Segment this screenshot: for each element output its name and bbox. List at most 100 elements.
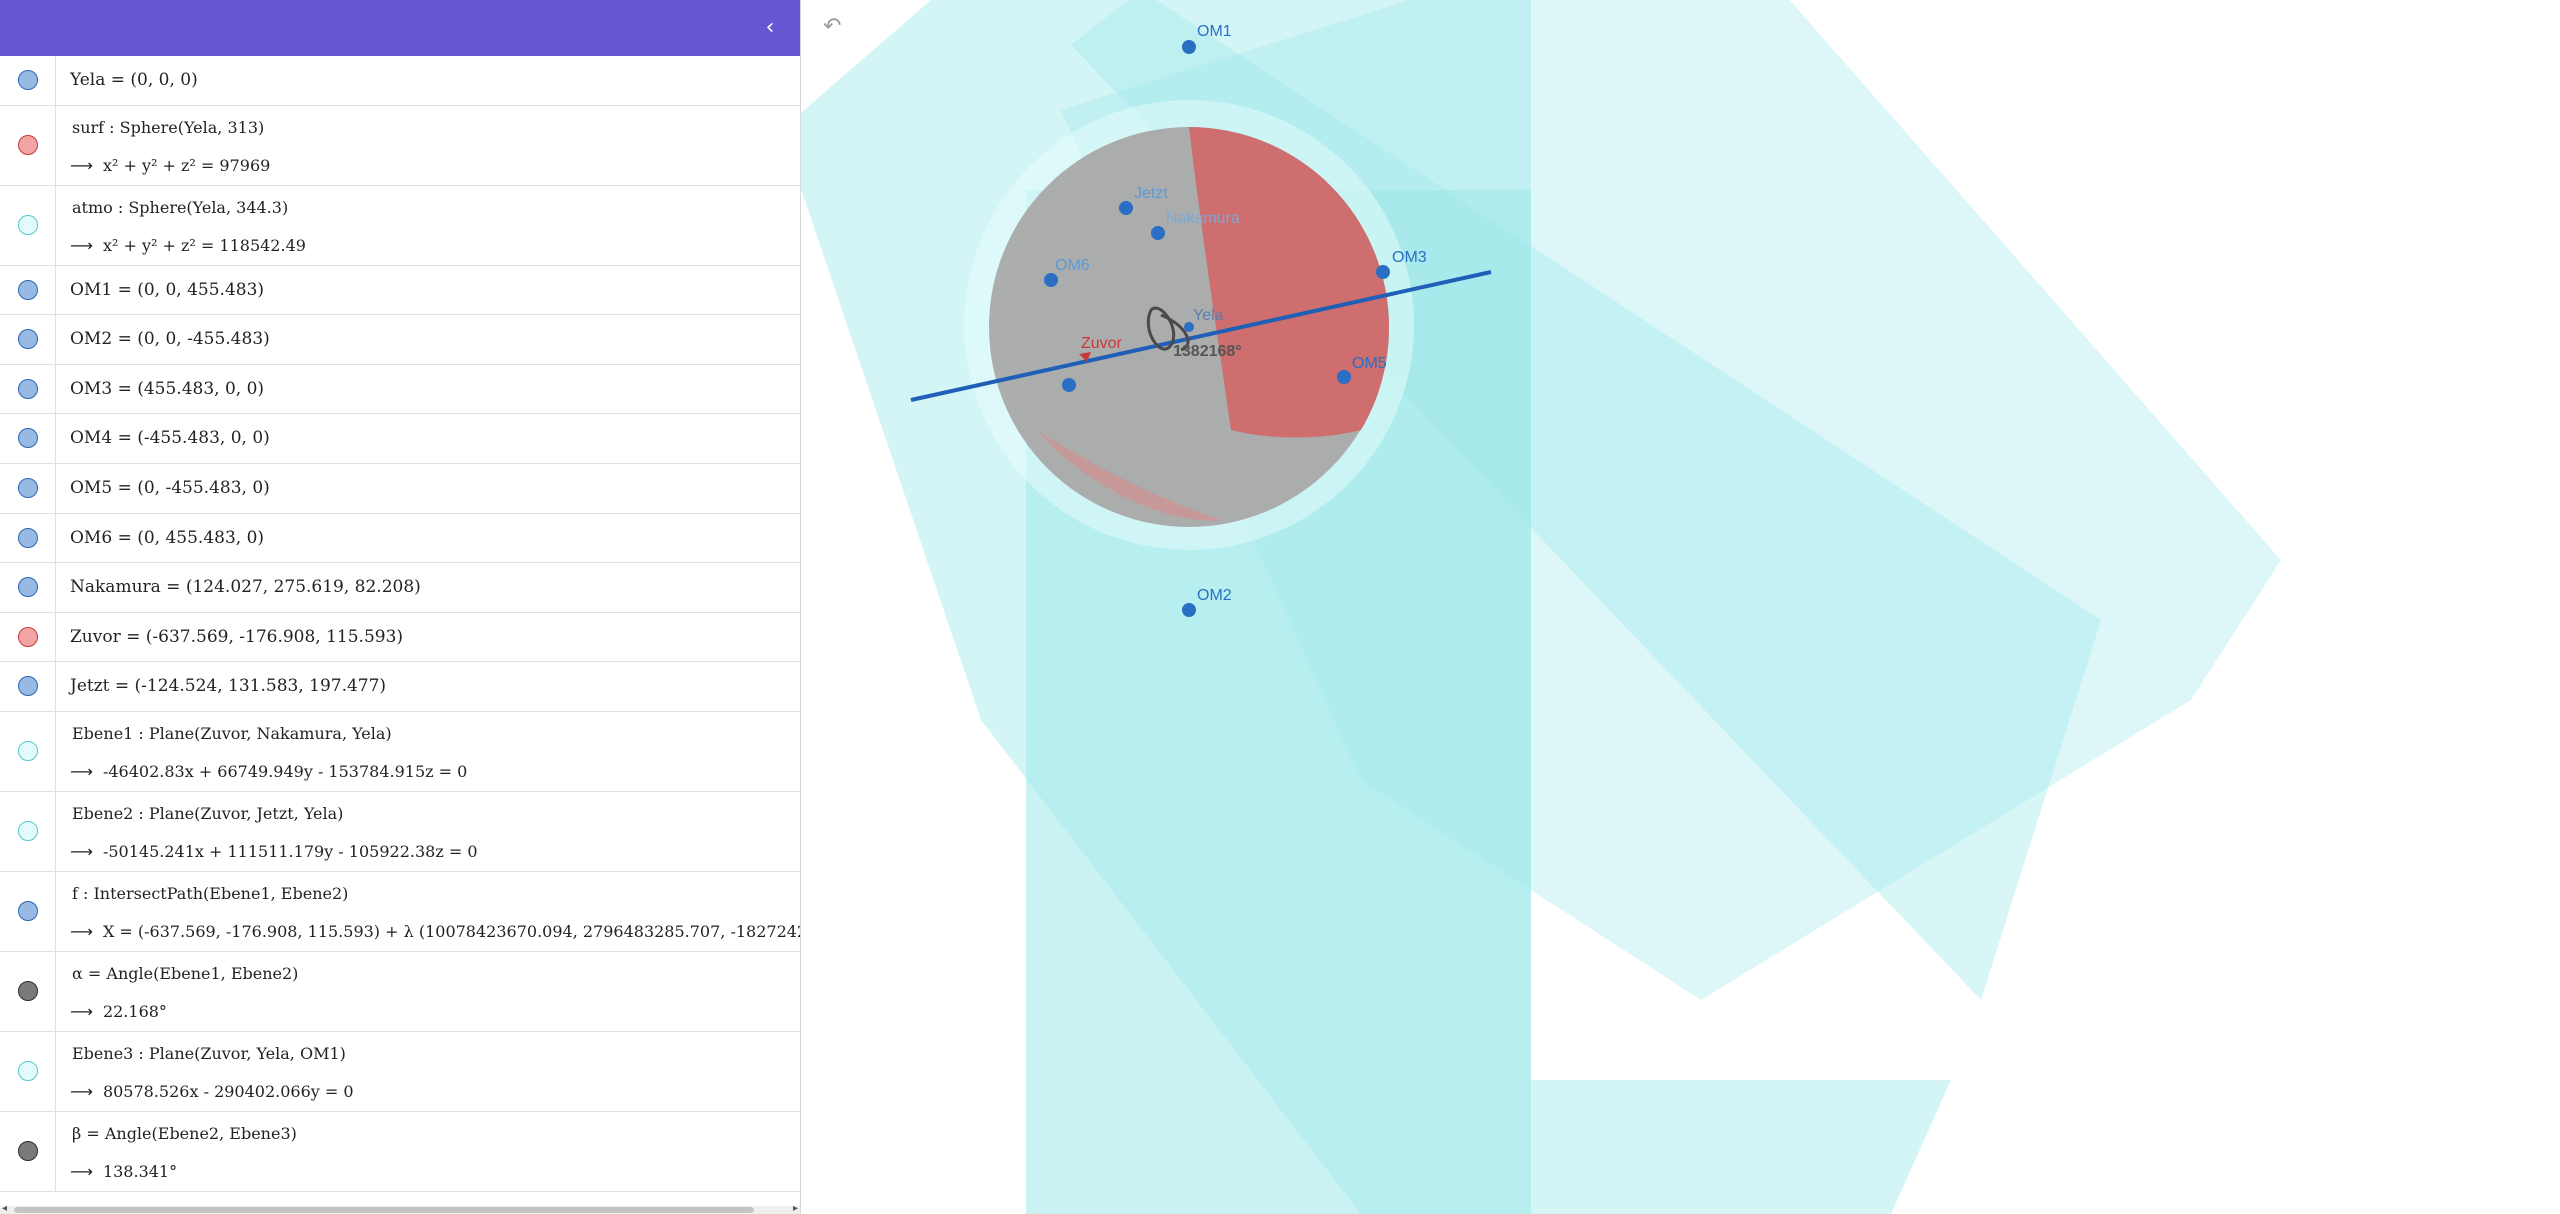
visibility-toggle-dot[interactable] (18, 820, 38, 841)
algebra-row[interactable]: f : IntersectPath(Ebene1, Ebene2) ⟶ X = (-… (0, 871, 801, 952)
algebra-definition[interactable]: α = Angle(Ebene1, Ebene2) (72, 964, 298, 983)
point-om5[interactable] (1337, 370, 1351, 384)
visibility-toggle-dot[interactable] (18, 70, 38, 90)
algebra-definition[interactable]: OM6 = (0, 455.483, 0) (70, 528, 264, 548)
algebra-row[interactable]: surf : Sphere(Yela, 313) ⟶ x² + y² + z² = … (0, 105, 800, 186)
point-om2[interactable] (1182, 603, 1196, 617)
scroll-right-icon[interactable]: ▸ (793, 1203, 798, 1214)
point-om3[interactable] (1376, 265, 1390, 279)
visibility-toggle-cell[interactable] (0, 364, 56, 414)
visibility-toggle-dot[interactable] (18, 740, 38, 761)
algebra-value: ⟶ 80578.526x - 290402.066y = 0 (70, 1082, 354, 1101)
algebra-row[interactable]: Ebene1 : Plane(Zuvor, Nakamura, Yela) ⟶ -4… (0, 711, 800, 792)
visibility-toggle-dot[interactable] (18, 279, 38, 300)
algebra-row[interactable]: OM2 = (0, 0, -455.483) (0, 315, 800, 365)
undo-icon: ↶ (823, 14, 842, 39)
visibility-toggle-cell[interactable] (0, 414, 56, 463)
visibility-toggle-dot[interactable] (18, 1140, 38, 1161)
visibility-toggle-dot[interactable] (18, 676, 38, 697)
algebra-row[interactable]: OM4 = (-455.483, 0, 0) (0, 414, 800, 464)
algebra-definition[interactable]: Ebene3 : Plane(Zuvor, Yela, OM1) (72, 1044, 346, 1063)
visibility-toggle-dot[interactable] (18, 577, 38, 598)
arrow-icon: ⟶ (70, 1161, 93, 1181)
algebra-definition[interactable]: OM4 = (-455.483, 0, 0) (70, 428, 270, 448)
visibility-toggle-dot[interactable] (18, 1060, 38, 1081)
algebra-definition[interactable]: OM5 = (0, -455.483, 0) (70, 478, 270, 498)
scrollbar-thumb[interactable] (14, 1207, 754, 1213)
visibility-toggle-dot[interactable] (18, 477, 38, 498)
visibility-toggle-dot[interactable] (18, 428, 38, 449)
algebra-definition[interactable]: OM2 = (0, 0, -455.483) (70, 329, 270, 349)
algebra-row[interactable]: OM3 = (455.483, 0, 0) (0, 364, 800, 415)
horizontal-scrollbar[interactable]: ◂ ▸ (0, 1203, 800, 1214)
visibility-toggle-cell[interactable] (0, 612, 56, 662)
visibility-toggle-cell[interactable] (0, 871, 56, 951)
algebra-row[interactable]: Ebene3 : Plane(Zuvor, Yela, OM1) ⟶ 80578.5… (0, 1031, 800, 1112)
algebra-definition[interactable]: OM1 = (0, 0, 455.483) (70, 280, 264, 300)
algebra-row[interactable]: Yela = (0, 0, 0) (0, 56, 800, 106)
algebra-row[interactable]: α = Angle(Ebene1, Ebene2) ⟶ 22.168° (0, 951, 800, 1032)
label-om5: OM5 (1352, 355, 1387, 372)
visibility-toggle-cell[interactable] (0, 315, 56, 364)
visibility-toggle-cell[interactable] (0, 662, 56, 711)
visibility-toggle-cell[interactable] (0, 951, 56, 1031)
visibility-toggle-cell[interactable] (0, 105, 56, 185)
algebra-row[interactable]: Nakamura = (124.027, 275.619, 82.208) (0, 563, 800, 613)
visibility-toggle-cell[interactable] (0, 265, 56, 315)
algebra-definition[interactable]: surf : Sphere(Yela, 313) (72, 118, 264, 137)
scene-3d[interactable]: OM1 OM2 OM3 OM5 OM6 Jetzt Nakamura Zuvor… (801, 0, 2560, 1214)
visibility-toggle-cell[interactable] (0, 791, 56, 871)
algebra-definition[interactable]: f : IntersectPath(Ebene1, Ebene2) (72, 884, 348, 903)
algebra-row[interactable]: Zuvor = (-637.569, -176.908, 115.593) (0, 612, 800, 663)
label-om2: OM2 (1197, 587, 1232, 604)
visibility-toggle-cell[interactable] (0, 711, 56, 791)
visibility-toggle-dot[interactable] (18, 527, 38, 548)
visibility-toggle-dot[interactable] (18, 214, 38, 235)
algebra-row[interactable]: OM1 = (0, 0, 455.483) (0, 265, 800, 316)
visibility-toggle-dot[interactable] (18, 378, 38, 399)
algebra-row[interactable]: OM6 = (0, 455.483, 0) (0, 513, 800, 564)
algebra-value-text: X = (-637.569, -176.908, 115.593) + λ (1… (102, 921, 801, 941)
algebra-row[interactable]: Ebene2 : Plane(Zuvor, Jetzt, Yela) ⟶ -5014… (0, 791, 800, 872)
algebra-row[interactable]: OM5 = (0, -455.483, 0) (0, 463, 800, 514)
undo-button[interactable]: ↶ (823, 14, 841, 39)
point-nakamura[interactable] (1151, 226, 1165, 240)
visibility-toggle-dot[interactable] (18, 329, 38, 350)
arrow-icon: ⟶ (70, 761, 93, 781)
collapse-panel-button[interactable]: ‹ (756, 14, 784, 42)
algebra-row[interactable]: atmo : Sphere(Yela, 344.3) ⟶ x² + y² + z² … (0, 185, 800, 266)
algebra-definition[interactable]: Jetzt = (-124.524, 131.583, 197.477) (70, 676, 386, 696)
graphics-3d-view[interactable]: OM1 OM2 OM3 OM5 OM6 Jetzt Nakamura Zuvor… (801, 0, 2560, 1214)
algebra-row[interactable]: Jetzt = (-124.524, 131.583, 197.477) (0, 662, 800, 712)
visibility-toggle-cell[interactable] (0, 56, 56, 105)
visibility-toggle-cell[interactable] (0, 513, 56, 563)
visibility-toggle-dot[interactable] (18, 900, 38, 921)
algebra-definition[interactable]: Ebene2 : Plane(Zuvor, Jetzt, Yela) (72, 804, 343, 823)
visibility-toggle-dot[interactable] (18, 626, 38, 647)
algebra-header: ‹ (0, 0, 800, 56)
algebra-definition[interactable]: atmo : Sphere(Yela, 344.3) (72, 198, 288, 217)
algebra-row[interactable]: β = Angle(Ebene2, Ebene3) ⟶ 138.341° (0, 1111, 800, 1192)
visibility-toggle-cell[interactable] (0, 563, 56, 612)
arrow-icon: ⟶ (70, 155, 93, 175)
point-om6[interactable] (1044, 273, 1058, 287)
arrow-icon: ⟶ (70, 921, 93, 941)
visibility-toggle-cell[interactable] (0, 185, 56, 265)
point-jetzt[interactable] (1119, 201, 1133, 215)
point-om4[interactable] (1062, 378, 1076, 392)
visibility-toggle-cell[interactable] (0, 1111, 56, 1191)
visibility-toggle-dot[interactable] (18, 980, 38, 1001)
algebra-definition[interactable]: β = Angle(Ebene2, Ebene3) (72, 1124, 297, 1143)
label-angle: 1382168° (1173, 343, 1242, 360)
algebra-value: ⟶ -50145.241x + 111511.179y - 105922.38z … (70, 842, 478, 861)
algebra-definition[interactable]: Nakamura = (124.027, 275.619, 82.208) (70, 577, 421, 597)
visibility-toggle-cell[interactable] (0, 463, 56, 513)
visibility-toggle-dot[interactable] (18, 134, 38, 155)
visibility-toggle-cell[interactable] (0, 1031, 56, 1111)
algebra-definition[interactable]: Zuvor = (-637.569, -176.908, 115.593) (70, 627, 403, 647)
algebra-definition[interactable]: Ebene1 : Plane(Zuvor, Nakamura, Yela) (72, 724, 392, 743)
algebra-definition[interactable]: OM3 = (455.483, 0, 0) (70, 379, 264, 399)
point-om1[interactable] (1182, 40, 1196, 54)
algebra-definition[interactable]: Yela = (0, 0, 0) (70, 70, 198, 90)
scroll-left-icon[interactable]: ◂ (2, 1203, 7, 1214)
